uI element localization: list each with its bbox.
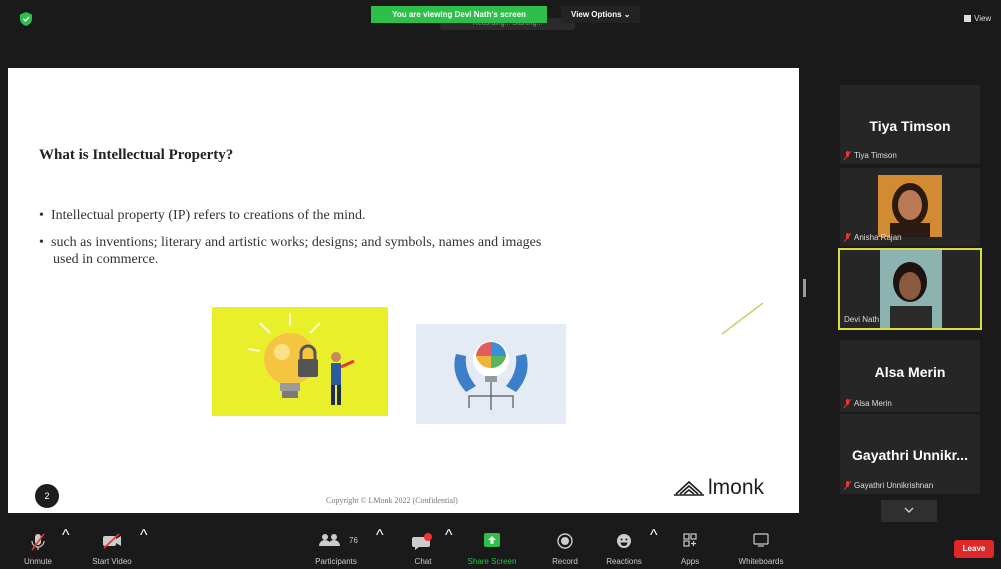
participant-name-label: Tiya Timson xyxy=(854,151,897,160)
chat-icon xyxy=(412,533,432,550)
participant-name-label: Gayathri Unnikrishnan xyxy=(854,481,934,490)
participant-video xyxy=(878,175,942,237)
apps-label: Apps xyxy=(680,557,700,566)
start-video-button[interactable]: Start Video xyxy=(80,527,144,569)
start-video-label: Start Video xyxy=(92,557,132,566)
whiteboard-icon xyxy=(753,533,769,547)
muted-mic-icon xyxy=(31,533,45,551)
participants-button[interactable]: 76 Participants xyxy=(306,527,366,569)
participant-tile[interactable]: Gayathri Unnikr... Gayathri Unnikrishnan xyxy=(840,414,980,494)
chat-button[interactable]: Chat xyxy=(404,527,442,569)
participant-tile-active-speaker[interactable]: Devi Nath xyxy=(838,248,982,330)
shield-icon[interactable] xyxy=(20,12,32,26)
participant-display-name: Tiya Timson xyxy=(869,118,951,134)
slide-bullet: • such as inventions; literary and artist… xyxy=(39,234,759,268)
video-options-caret[interactable]: ^ xyxy=(140,527,148,569)
lmonk-logo: lmonk xyxy=(674,476,764,500)
participant-name-label: Alsa Merin xyxy=(854,399,892,408)
apps-button[interactable]: Apps xyxy=(675,527,705,569)
record-button[interactable]: Record xyxy=(545,527,585,569)
slide-title: What is Intellectual Property? xyxy=(39,147,234,163)
copyright-text: Copyright © LMonk 2022 (Confidential) xyxy=(326,496,458,505)
participant-name-label: Devi Nath xyxy=(844,315,880,324)
leave-button[interactable]: Leave xyxy=(954,540,994,558)
video-off-icon xyxy=(103,533,121,549)
slide-bullet-text: such as inventions; literary and artisti… xyxy=(51,235,542,250)
participants-label: Participants xyxy=(315,557,357,566)
whiteboards-button[interactable]: Whiteboards xyxy=(728,527,794,569)
participant-tile[interactable]: Tiya Timson Tiya Timson xyxy=(840,85,980,164)
chat-options-caret[interactable]: ^ xyxy=(445,527,453,569)
reactions-icon xyxy=(617,534,631,548)
share-screen-button[interactable]: Share Screen xyxy=(462,527,522,569)
reactions-button[interactable]: Reactions xyxy=(603,527,645,569)
reactions-options-caret[interactable]: ^ xyxy=(650,527,658,569)
view-button-label: View xyxy=(974,14,992,23)
grid-icon xyxy=(964,15,971,22)
participant-display-name: Alsa Merin xyxy=(874,364,946,380)
brain-bulb-image xyxy=(416,324,566,424)
record-label: Record xyxy=(552,557,578,566)
view-options-button[interactable]: View Options ⌄ xyxy=(561,6,641,23)
more-participants-button[interactable] xyxy=(881,500,937,522)
slide-bullet-text-continued: used in commerce. xyxy=(53,252,159,267)
view-button[interactable]: View xyxy=(964,14,991,23)
apps-icon xyxy=(683,533,697,547)
slide-bullet-text: Intellectual property (IP) refers to cre… xyxy=(51,208,366,223)
participant-name-label: Anisha Rajan xyxy=(854,233,902,242)
lmonk-logo-mark xyxy=(674,480,704,496)
lightbulb-lock-image xyxy=(212,307,388,416)
record-icon xyxy=(557,533,573,549)
participants-options-caret[interactable]: ^ xyxy=(376,527,384,569)
chevron-down-icon xyxy=(904,507,914,513)
chat-label: Chat xyxy=(414,557,432,566)
participants-count: 76 xyxy=(349,536,358,545)
audio-options-caret[interactable]: ^ xyxy=(62,527,70,569)
share-screen-icon xyxy=(484,533,500,547)
participant-display-name: Gayathri Unnikr... xyxy=(852,447,968,463)
meeting-toolbar: Unmute ^ Start Video ^ 76 Participants ^… xyxy=(0,527,1001,569)
participant-video xyxy=(880,250,942,328)
viewing-banner: You are viewing Devi Nath's screen xyxy=(371,6,547,23)
panel-resize-handle[interactable] xyxy=(803,279,806,297)
shared-screen: What is Intellectual Property? • Intellec… xyxy=(8,68,799,513)
slide-bullet: • Intellectual property (IP) refers to cr… xyxy=(39,208,366,223)
unmute-label: Unmute xyxy=(23,557,52,566)
reactions-label: Reactions xyxy=(606,557,642,566)
share-screen-label: Share Screen xyxy=(467,557,517,566)
muted-mic-icon xyxy=(844,233,851,242)
muted-mic-icon xyxy=(844,151,851,160)
decorative-line xyxy=(721,302,764,335)
top-bar: Recording... Starting... You are viewing… xyxy=(0,0,1001,40)
participant-tile[interactable]: Alsa Merin Alsa Merin xyxy=(840,340,980,412)
participant-tile[interactable]: Anisha Rajan xyxy=(840,168,980,246)
unmute-button[interactable]: Unmute xyxy=(18,527,58,569)
page-number: 2 xyxy=(35,484,59,508)
muted-mic-icon xyxy=(844,481,851,490)
participants-icon xyxy=(319,534,340,546)
whiteboards-label: Whiteboards xyxy=(738,557,784,566)
logo-text: lmonk xyxy=(708,476,765,499)
muted-mic-icon xyxy=(844,399,851,408)
